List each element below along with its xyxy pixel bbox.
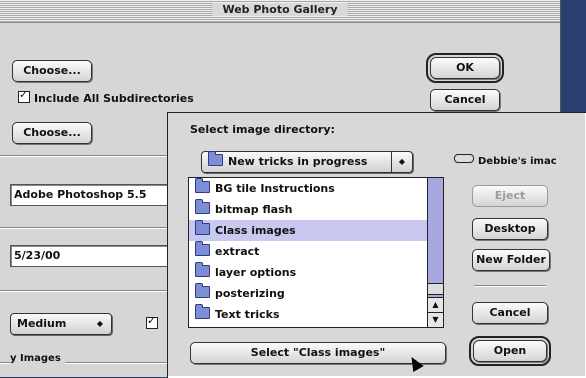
list-item[interactable]: bitmap flash	[189, 199, 443, 220]
disk-name[interactable]: Debbie's imac	[454, 154, 557, 167]
size-checkbox[interactable]	[146, 314, 158, 329]
list-item-selected[interactable]: Class images	[189, 220, 443, 241]
window-title: Web Photo Gallery	[212, 3, 348, 16]
choose-source-button[interactable]: Choose...	[12, 60, 92, 82]
list-item[interactable]: Text tricks	[189, 304, 443, 325]
cancel-button[interactable]: Cancel	[430, 89, 500, 111]
checkbox-checked-icon	[18, 88, 30, 103]
include-subdirectories-checkbox[interactable]: Include All Subdirectories	[18, 88, 194, 105]
folder-icon	[195, 304, 210, 319]
generator-field[interactable]: Adobe Photoshop 5.5	[10, 184, 172, 206]
include-subdirectories-label: Include All Subdirectories	[34, 92, 194, 105]
folder-icon	[195, 220, 210, 235]
scroll-down-arrow-icon[interactable]: ▼	[428, 312, 443, 327]
popup-arrows-icon: ◆	[96, 319, 103, 328]
popup-arrows-icon: ◆	[391, 152, 412, 172]
open-button[interactable]: Open	[469, 336, 551, 366]
divider	[0, 227, 167, 229]
list-item[interactable]: layer options	[189, 262, 443, 283]
folder-popup[interactable]: New tricks in progress ◆	[201, 151, 413, 173]
images-group-label: y Images	[10, 353, 65, 364]
desktop-button[interactable]: Desktop	[472, 218, 548, 240]
scroll-thumb[interactable]	[428, 283, 443, 295]
cancel-button[interactable]: Cancel	[472, 302, 548, 324]
folder-popup-label: New tricks in progress	[228, 155, 368, 168]
list-item[interactable]: BG tile Instructions	[189, 178, 443, 199]
ok-button[interactable]: OK	[426, 53, 504, 83]
divider	[0, 155, 167, 157]
scroll-up-arrow-icon[interactable]: ▲	[428, 297, 443, 312]
disk-name-label: Debbie's imac	[478, 156, 557, 167]
folder-icon	[195, 199, 210, 214]
select-directory-dialog: Select image directory: New tricks in pr…	[167, 112, 586, 378]
folder-icon	[208, 151, 223, 166]
hard-disk-icon	[454, 154, 474, 163]
size-popup[interactable]: Medium ◆	[10, 313, 112, 335]
choose-destination-button[interactable]: Choose...	[12, 122, 92, 144]
new-folder-button[interactable]: New Folder	[472, 249, 550, 271]
folder-icon	[195, 241, 210, 256]
folder-icon	[195, 283, 210, 298]
divider	[0, 290, 167, 292]
directory-list[interactable]: BG tile Instructions bitmap flash Class …	[188, 177, 444, 328]
folder-icon	[195, 178, 210, 193]
size-popup-value: Medium	[17, 317, 67, 330]
title-bar[interactable]: Web Photo Gallery	[0, 0, 560, 23]
eject-button[interactable]: Eject	[472, 185, 548, 207]
dialog-prompt: Select image directory:	[190, 123, 335, 136]
list-item[interactable]: posterizing	[189, 283, 443, 304]
list-item[interactable]: extract	[189, 241, 443, 262]
folder-icon	[195, 262, 210, 277]
divider	[474, 285, 546, 287]
list-scrollbar[interactable]: ▲ ▼	[427, 178, 443, 327]
date-field[interactable]: 5/23/00	[10, 245, 172, 267]
